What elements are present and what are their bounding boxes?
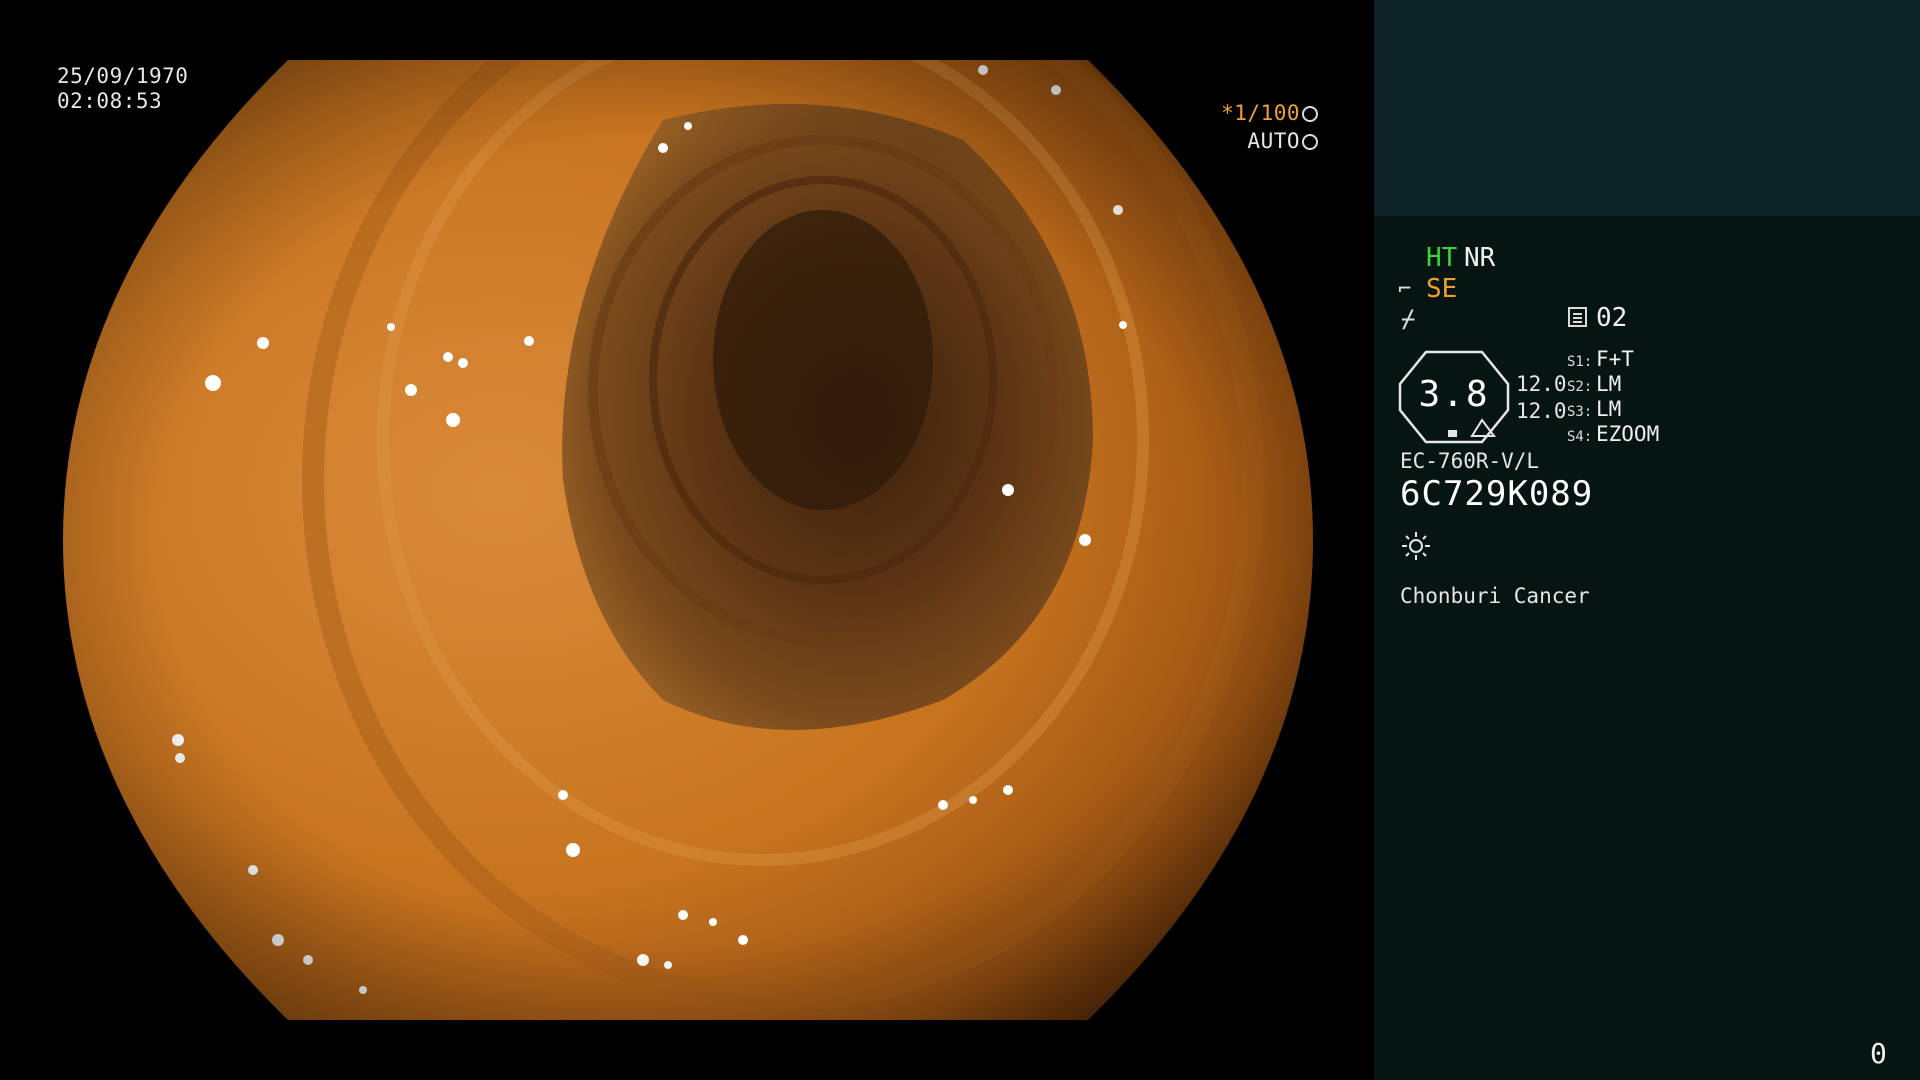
panel-header-area <box>1374 0 1920 216</box>
light-source-icon <box>1402 532 1430 560</box>
auto-label: AUTO <box>1247 129 1300 153</box>
switch-value: EZOOM <box>1596 422 1660 446</box>
mode-number: 02 <box>1596 303 1628 333</box>
mode-list-icon <box>1568 307 1587 327</box>
endoscope-video-area: 25/09/1970 02:08:53 *1/100 AUTO <box>0 0 1374 1080</box>
exposure-settings: *1/100 AUTO <box>1221 99 1318 155</box>
se-indicator: SE <box>1426 274 1458 304</box>
shutter-ratio: *1/100 <box>1221 101 1300 125</box>
ht-indicator: HT <box>1426 243 1458 273</box>
exam-datetime: 25/09/1970 02:08:53 <box>57 64 188 114</box>
switch-value: F+T <box>1596 347 1634 371</box>
structure-enhance-icon: ⌐ <box>1398 277 1412 302</box>
nr-indicator: NR <box>1464 243 1496 273</box>
exam-time: 02:08:53 <box>57 89 163 113</box>
switch-value: LM <box>1596 397 1622 421</box>
value-bottom: 12.0 <box>1516 399 1567 423</box>
switch-label: S2: <box>1567 379 1593 395</box>
switch-label: S4: <box>1567 429 1593 445</box>
zoom-value: 3.8 <box>1418 374 1490 415</box>
tone-curve-icon: ⌿ <box>1401 305 1416 333</box>
switch-value: LM <box>1596 372 1622 396</box>
endoscopic-image <box>63 60 1313 1020</box>
hospital-name: Chonburi Cancer <box>1400 584 1590 608</box>
switch-label: S3: <box>1567 404 1593 420</box>
scope-serial: 6C729K089 <box>1400 474 1594 514</box>
info-panel: HT NR ⌐ SE ⌿ 02 3.8 12.0 12.0 S1: F+T S2… <box>1374 0 1920 1080</box>
scope-model: EC-760R-V/L <box>1400 449 1540 473</box>
exam-date: 25/09/1970 <box>57 64 189 88</box>
iris-icon <box>1302 134 1318 150</box>
value-top: 12.0 <box>1516 372 1567 396</box>
switch-label: S1: <box>1567 354 1593 370</box>
aperture-icon <box>1302 106 1318 122</box>
image-counter: 0 <box>1870 1037 1887 1070</box>
